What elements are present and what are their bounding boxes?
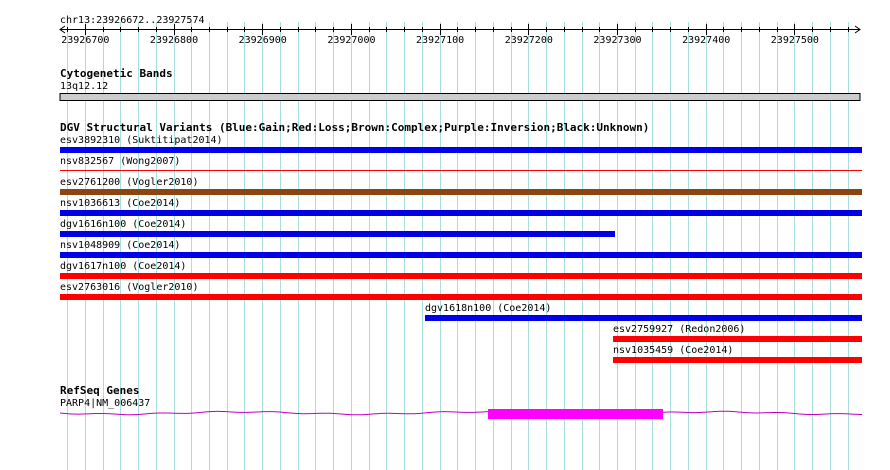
gene-exon: [488, 409, 663, 419]
gene-model[interactable]: [0, 0, 890, 470]
gene-intron-line: [59, 410, 863, 416]
genome-browser-view: chr13:23926672..23927574 23926700 2392680…: [0, 0, 890, 470]
